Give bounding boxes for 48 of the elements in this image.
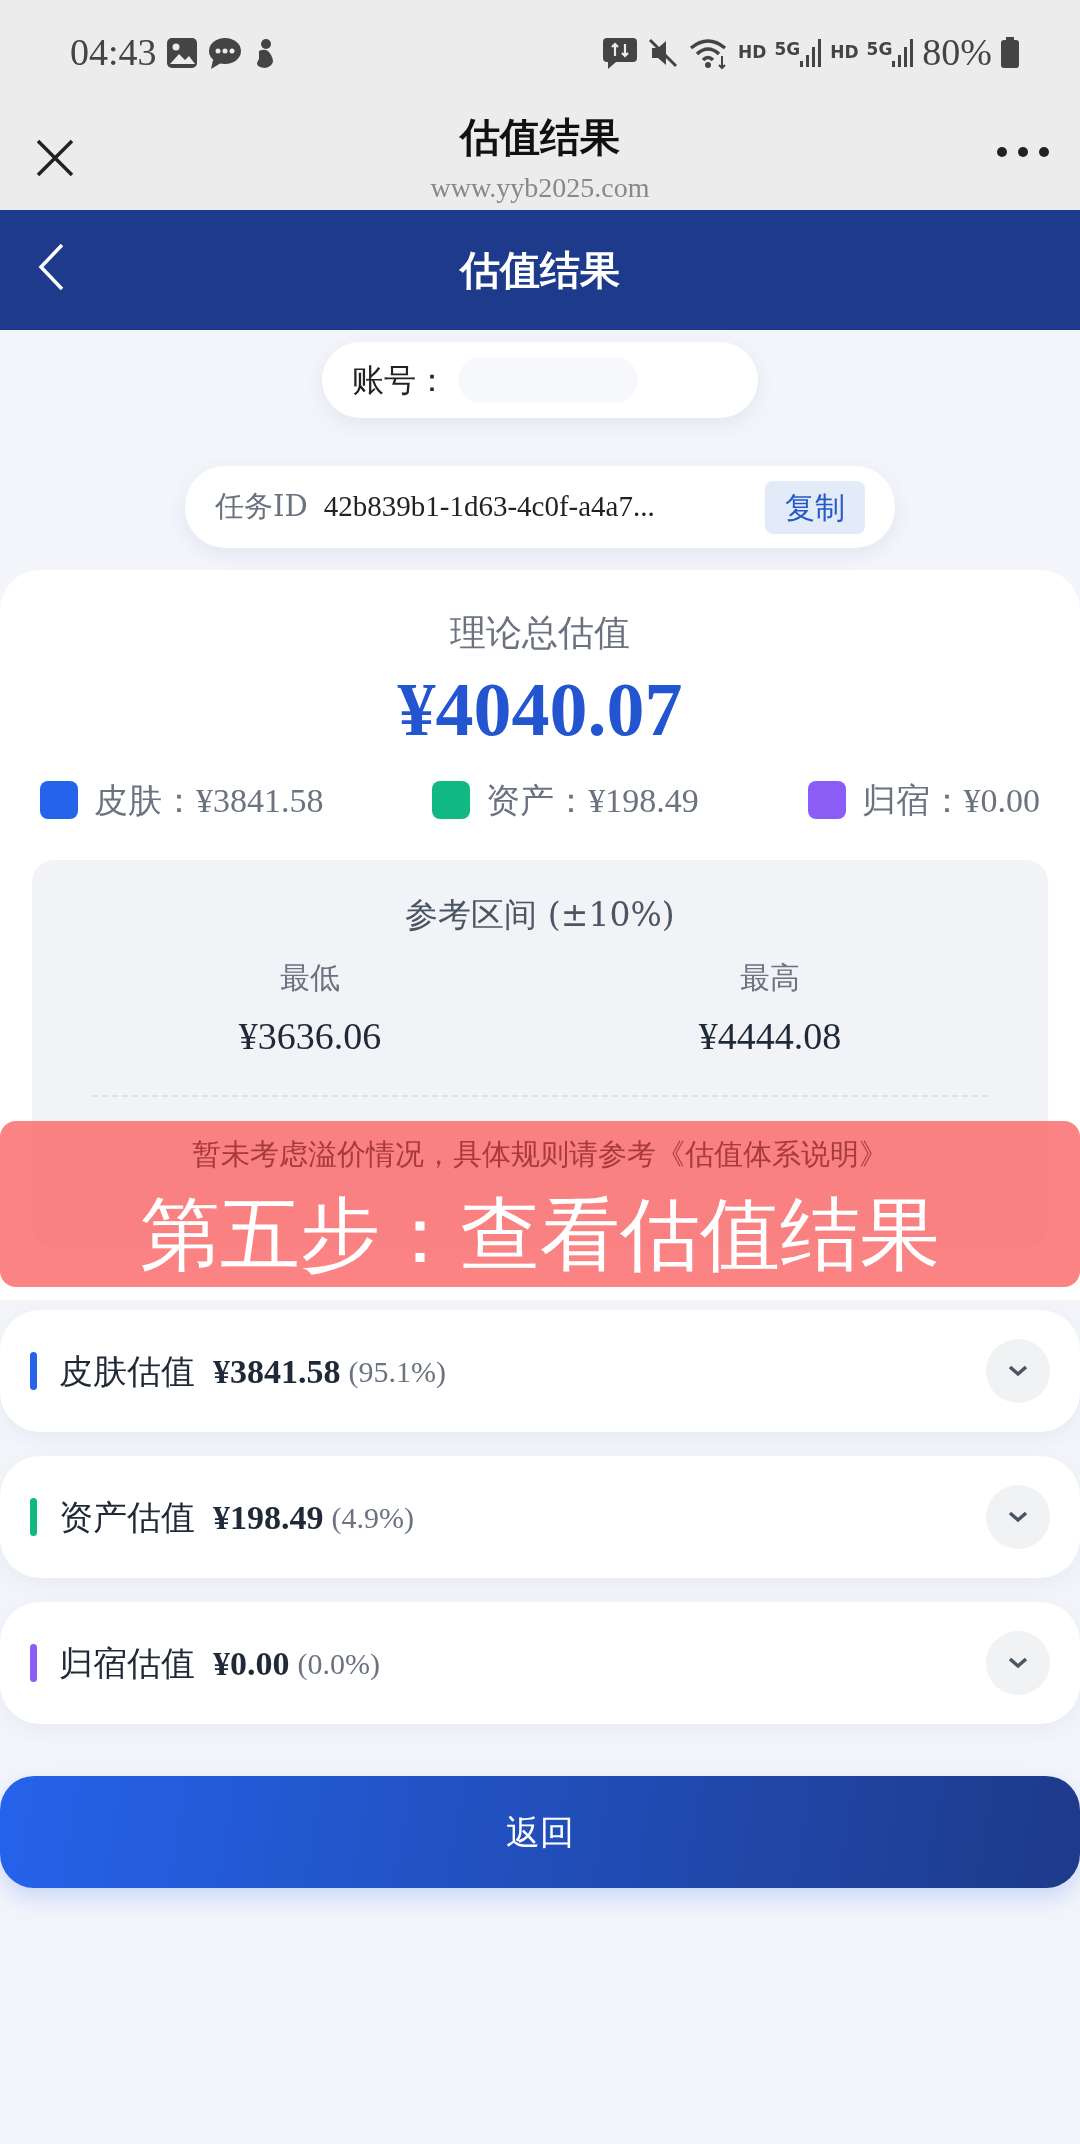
page-title: 估值结果 — [460, 111, 620, 162]
legend-label: 资产：¥198.49 — [486, 780, 699, 821]
low-label: 最低 — [280, 959, 340, 998]
clock-time: 04:43 — [70, 30, 157, 75]
signal-icon — [800, 36, 823, 69]
high-label: 最高 — [740, 959, 800, 998]
account-label: 账号： — [352, 360, 448, 401]
section-name: 资产估值 — [59, 1495, 195, 1539]
section-percent: (0.0%) — [297, 1645, 380, 1682]
chat-icon — [206, 35, 243, 70]
image-icon — [164, 35, 199, 70]
network-label: HD — [738, 40, 767, 64]
message-icon — [602, 35, 639, 70]
network-label: 5G — [774, 37, 801, 61]
back-icon[interactable] — [36, 242, 66, 292]
low-value: ¥3636.06 — [238, 1014, 382, 1060]
network-label: HD — [830, 40, 859, 64]
section-name: 皮肤估值 — [59, 1349, 195, 1393]
more-icon[interactable] — [996, 145, 1050, 159]
section-percent: (95.1%) — [348, 1353, 446, 1390]
signal-icon — [892, 36, 915, 69]
chevron-icon — [1007, 1364, 1029, 1378]
task-id-label: 任务ID — [215, 488, 308, 526]
section-percent: (4.9%) — [331, 1499, 414, 1536]
chevron-icon — [1007, 1510, 1029, 1524]
section-amount: ¥3841.58 — [213, 1351, 341, 1392]
task-id-value: 42b839b1-1d63-4c0f-a4a7... — [323, 489, 655, 525]
header-title: 估值结果 — [460, 245, 620, 295]
battery-percent: 80% — [922, 30, 992, 75]
network-label: 5G — [866, 37, 893, 61]
section-row[interactable]: 归宿估值 ¥0.00 (0.0%) — [0, 1602, 1080, 1724]
range-title: 参考区间 (±10%) — [404, 893, 676, 936]
chevron-icon — [1007, 1656, 1029, 1670]
section-row[interactable]: 资产估值 ¥198.49 (4.9%) — [0, 1456, 1080, 1578]
total-amount: ¥4040.07 — [396, 666, 684, 753]
page-url: www.yyb2025.com — [430, 170, 650, 205]
copy-button[interactable]: 复制 — [765, 480, 865, 534]
close-icon[interactable] — [34, 137, 76, 179]
legend-label: 归宿：¥0.00 — [861, 780, 1040, 821]
high-value: ¥4444.08 — [698, 1014, 842, 1060]
total-title: 理论总估值 — [449, 611, 631, 655]
section-amount: ¥198.49 — [213, 1497, 324, 1538]
battery-icon — [1000, 36, 1020, 69]
legend-label: 皮肤：¥3841.58 — [94, 780, 324, 821]
section-amount: ¥0.00 — [213, 1643, 290, 1684]
section-row[interactable]: 皮肤估值 ¥3841.58 (95.1%) — [0, 1310, 1080, 1432]
section-name: 归宿估值 — [59, 1641, 195, 1685]
back-button[interactable]: 返回 — [0, 1776, 1080, 1888]
